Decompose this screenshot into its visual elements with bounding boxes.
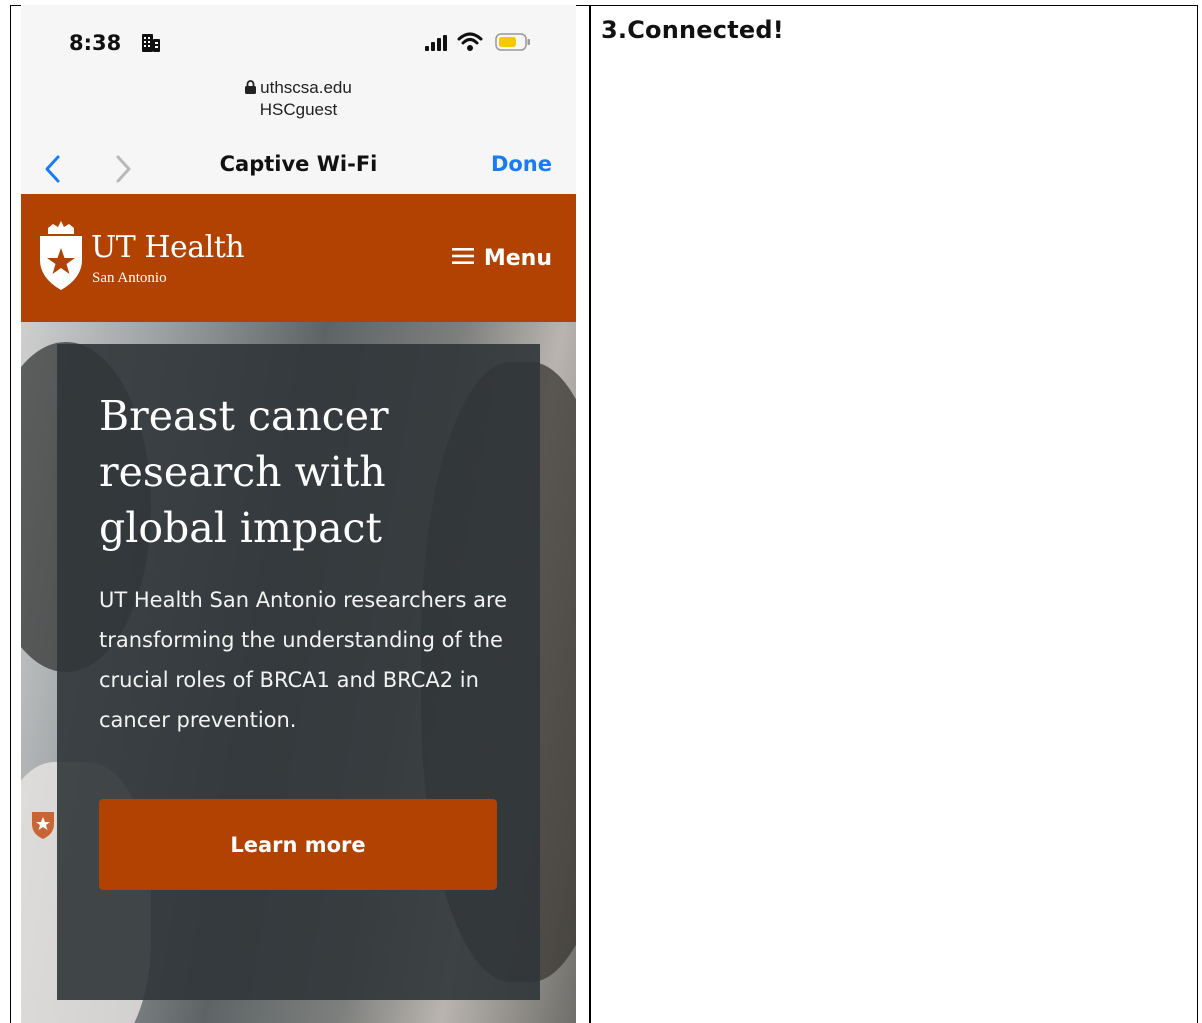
battery-icon: [495, 33, 531, 56]
ut-health-shield-icon[interactable]: [38, 218, 84, 297]
table-cell-divider: [589, 5, 591, 1023]
learn-more-button[interactable]: Learn more: [99, 799, 497, 890]
focus-mode-icon: [141, 33, 161, 58]
menu-label: Menu: [483, 246, 552, 271]
site-header: UT Health San Antonio Menu: [21, 194, 576, 322]
hero-body: UT Health San Antonio researchers are tr…: [99, 588, 508, 732]
status-time: 8:38: [69, 31, 122, 55]
lock-icon: [245, 78, 257, 100]
wifi-icon: [457, 32, 483, 57]
menu-button[interactable]: Menu: [451, 246, 552, 271]
logo-subtitle: San Antonio: [92, 270, 167, 286]
background-shield-icon: [31, 806, 55, 845]
hamburger-icon: [451, 246, 474, 271]
step-title: 3.Connected!: [601, 16, 784, 44]
logo-wordmark: UT Health: [91, 230, 245, 265]
url-network-name: HSCguest: [259, 100, 338, 119]
status-bar: 8:38: [21, 5, 576, 80]
browser-nav-bar: Captive Wi-Fi Done: [21, 145, 576, 193]
hero-section: Breast cancer research with global impac…: [21, 322, 576, 1023]
url-domain-line: uthscsa.edu: [21, 77, 576, 99]
hero-card: Breast cancer research with global impac…: [57, 344, 540, 1000]
phone-screenshot: 8:38 uthscsa.edu HSCguest Captive Wi-Fi …: [21, 5, 576, 1023]
url-domain: uthscsa.edu: [260, 78, 352, 97]
cellular-signal-icon: [425, 35, 449, 56]
hero-heading: Breast cancer research with global impac…: [99, 392, 389, 552]
done-button[interactable]: Done: [491, 152, 552, 176]
url-bar: uthscsa.edu HSCguest: [21, 77, 576, 121]
